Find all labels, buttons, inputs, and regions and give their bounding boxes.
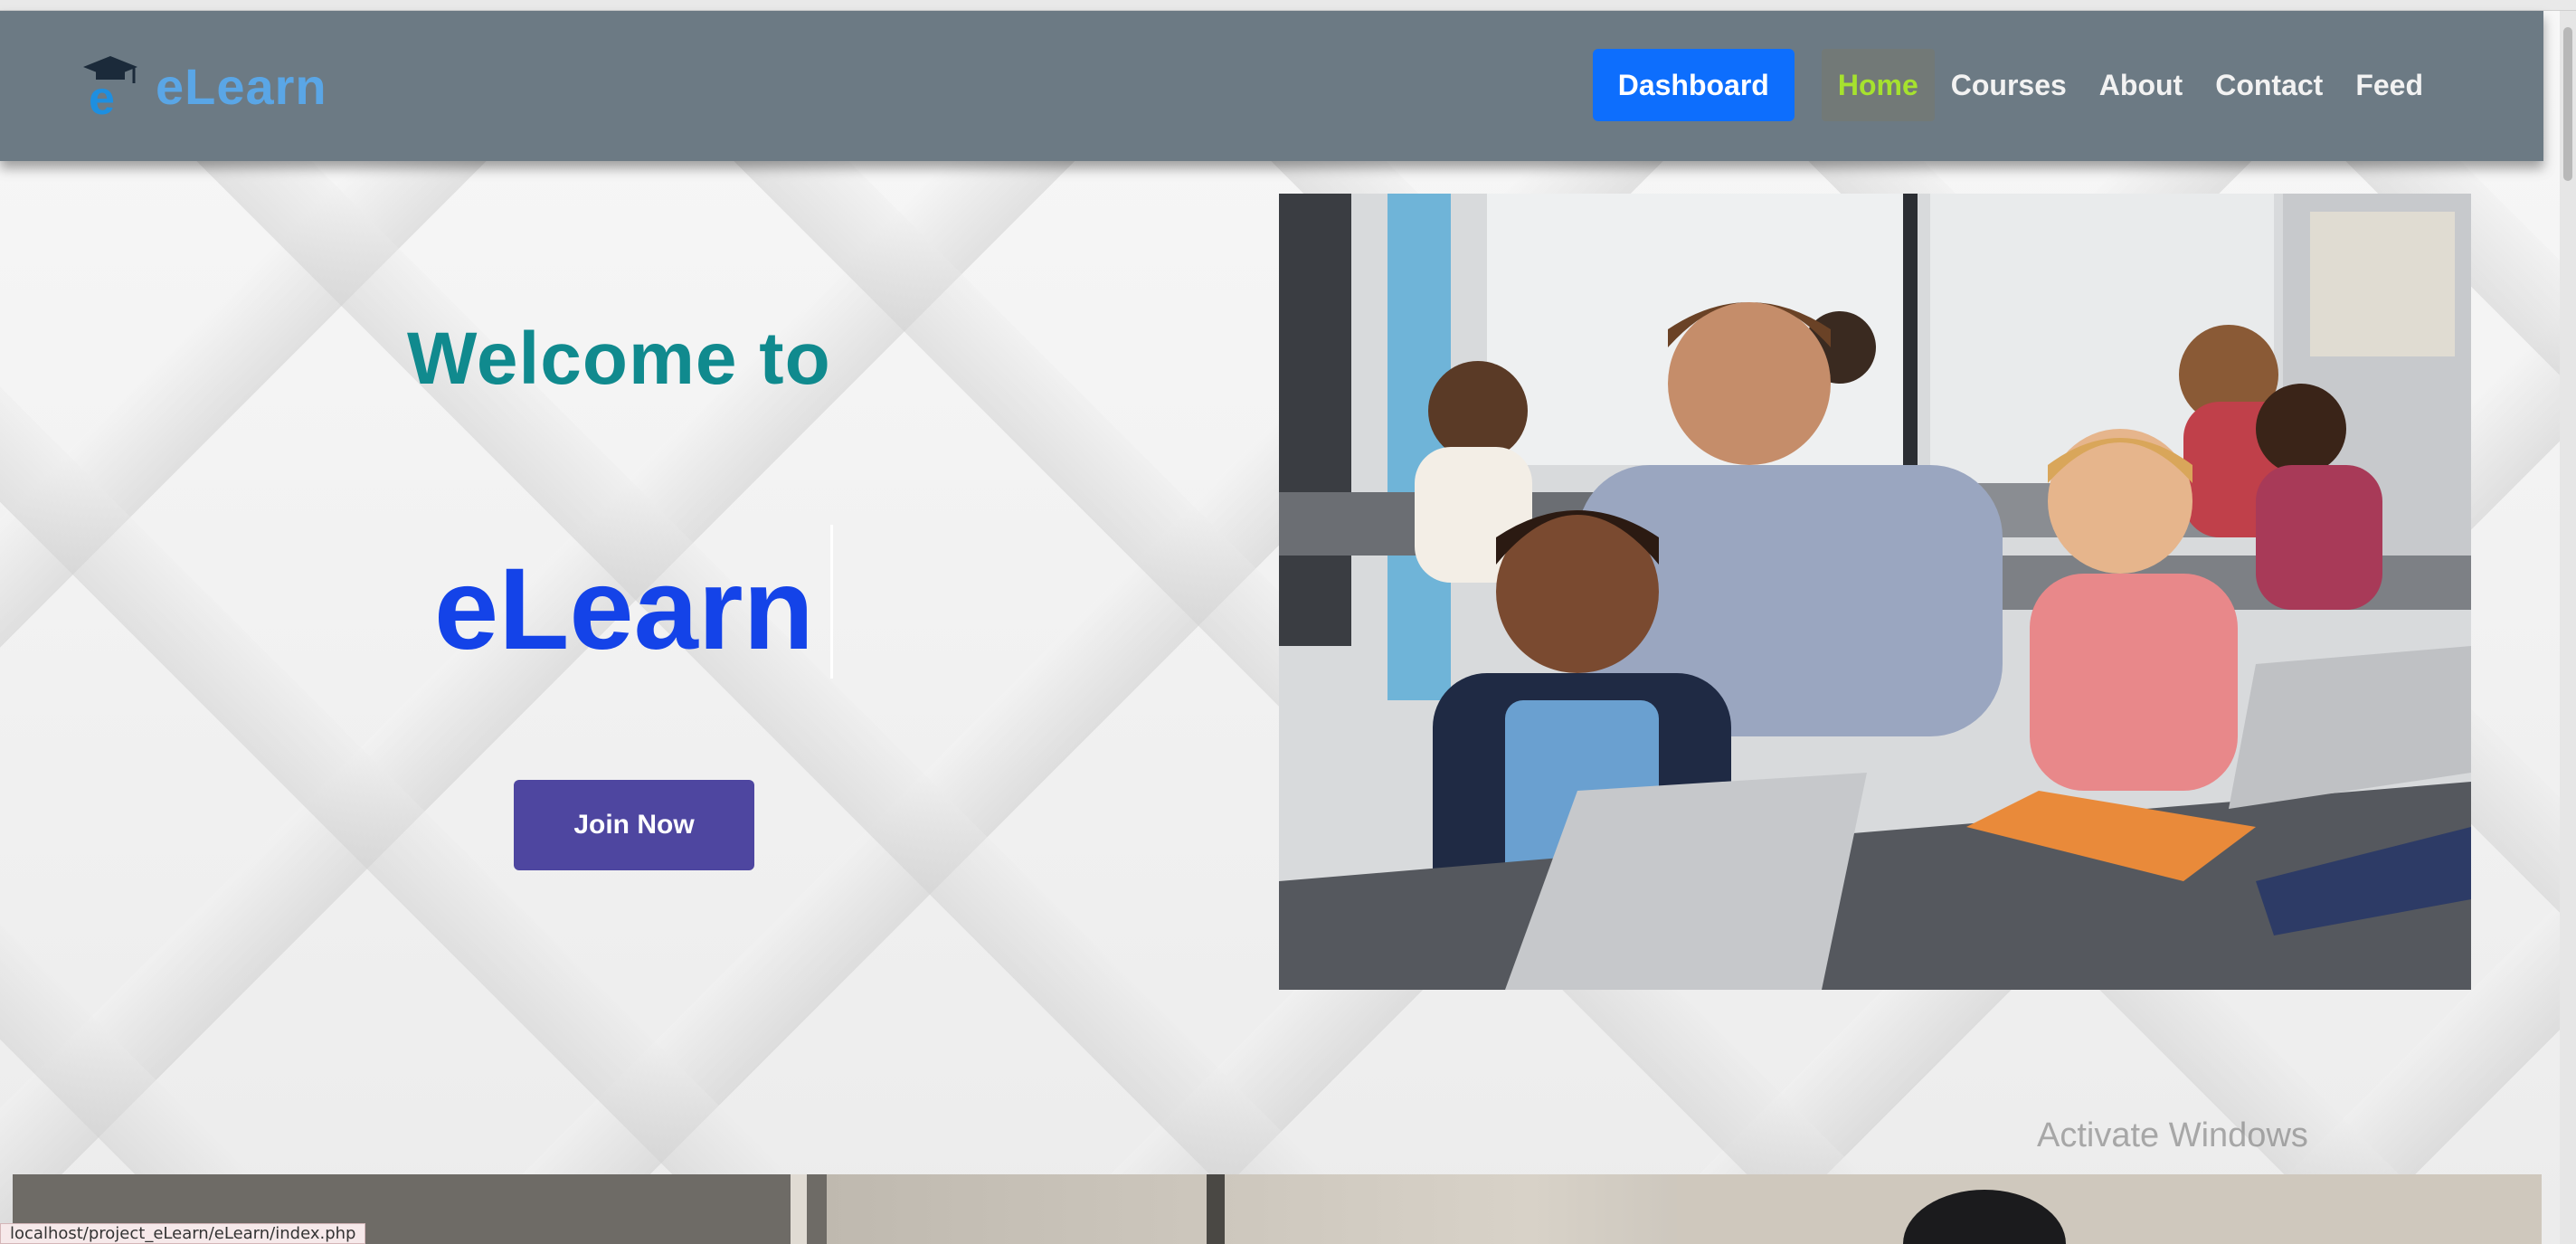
- brand-name: eLearn: [156, 57, 327, 115]
- nav-link-home[interactable]: Home: [1821, 49, 1935, 121]
- dashboard-button[interactable]: Dashboard: [1592, 49, 1795, 121]
- welcome-heading: Welcome to: [407, 318, 831, 400]
- nav-link-contact[interactable]: Contact: [2199, 49, 2339, 121]
- hero-title: eLearn: [434, 545, 814, 674]
- status-bar-url: localhost/project_eLearn/eLearn/index.ph…: [0, 1223, 366, 1244]
- brand[interactable]: e eLearn: [81, 45, 327, 127]
- vertical-scrollbar[interactable]: [2560, 11, 2576, 1244]
- browser-top-strip: [0, 0, 2576, 11]
- graduation-cap-e-icon: e: [81, 52, 139, 125]
- typing-caret: [830, 525, 833, 679]
- nav-link-courses[interactable]: Courses: [1935, 49, 2083, 121]
- nav-menu: Dashboard Home Courses About Contact Fee…: [1592, 49, 2439, 121]
- nav-link-about[interactable]: About: [2083, 49, 2199, 121]
- navbar: e eLearn Dashboard Home Courses About Co…: [0, 11, 2543, 161]
- join-now-button[interactable]: Join Now: [514, 780, 754, 870]
- activate-windows-watermark: Activate Windows: [2037, 1116, 2308, 1154]
- svg-text:e: e: [89, 72, 115, 119]
- nav-link-feed[interactable]: Feed: [2339, 49, 2439, 121]
- hero-classroom-image: [1279, 194, 2471, 990]
- scrollbar-thumb[interactable]: [2563, 27, 2572, 181]
- next-section-image: [13, 1174, 2542, 1244]
